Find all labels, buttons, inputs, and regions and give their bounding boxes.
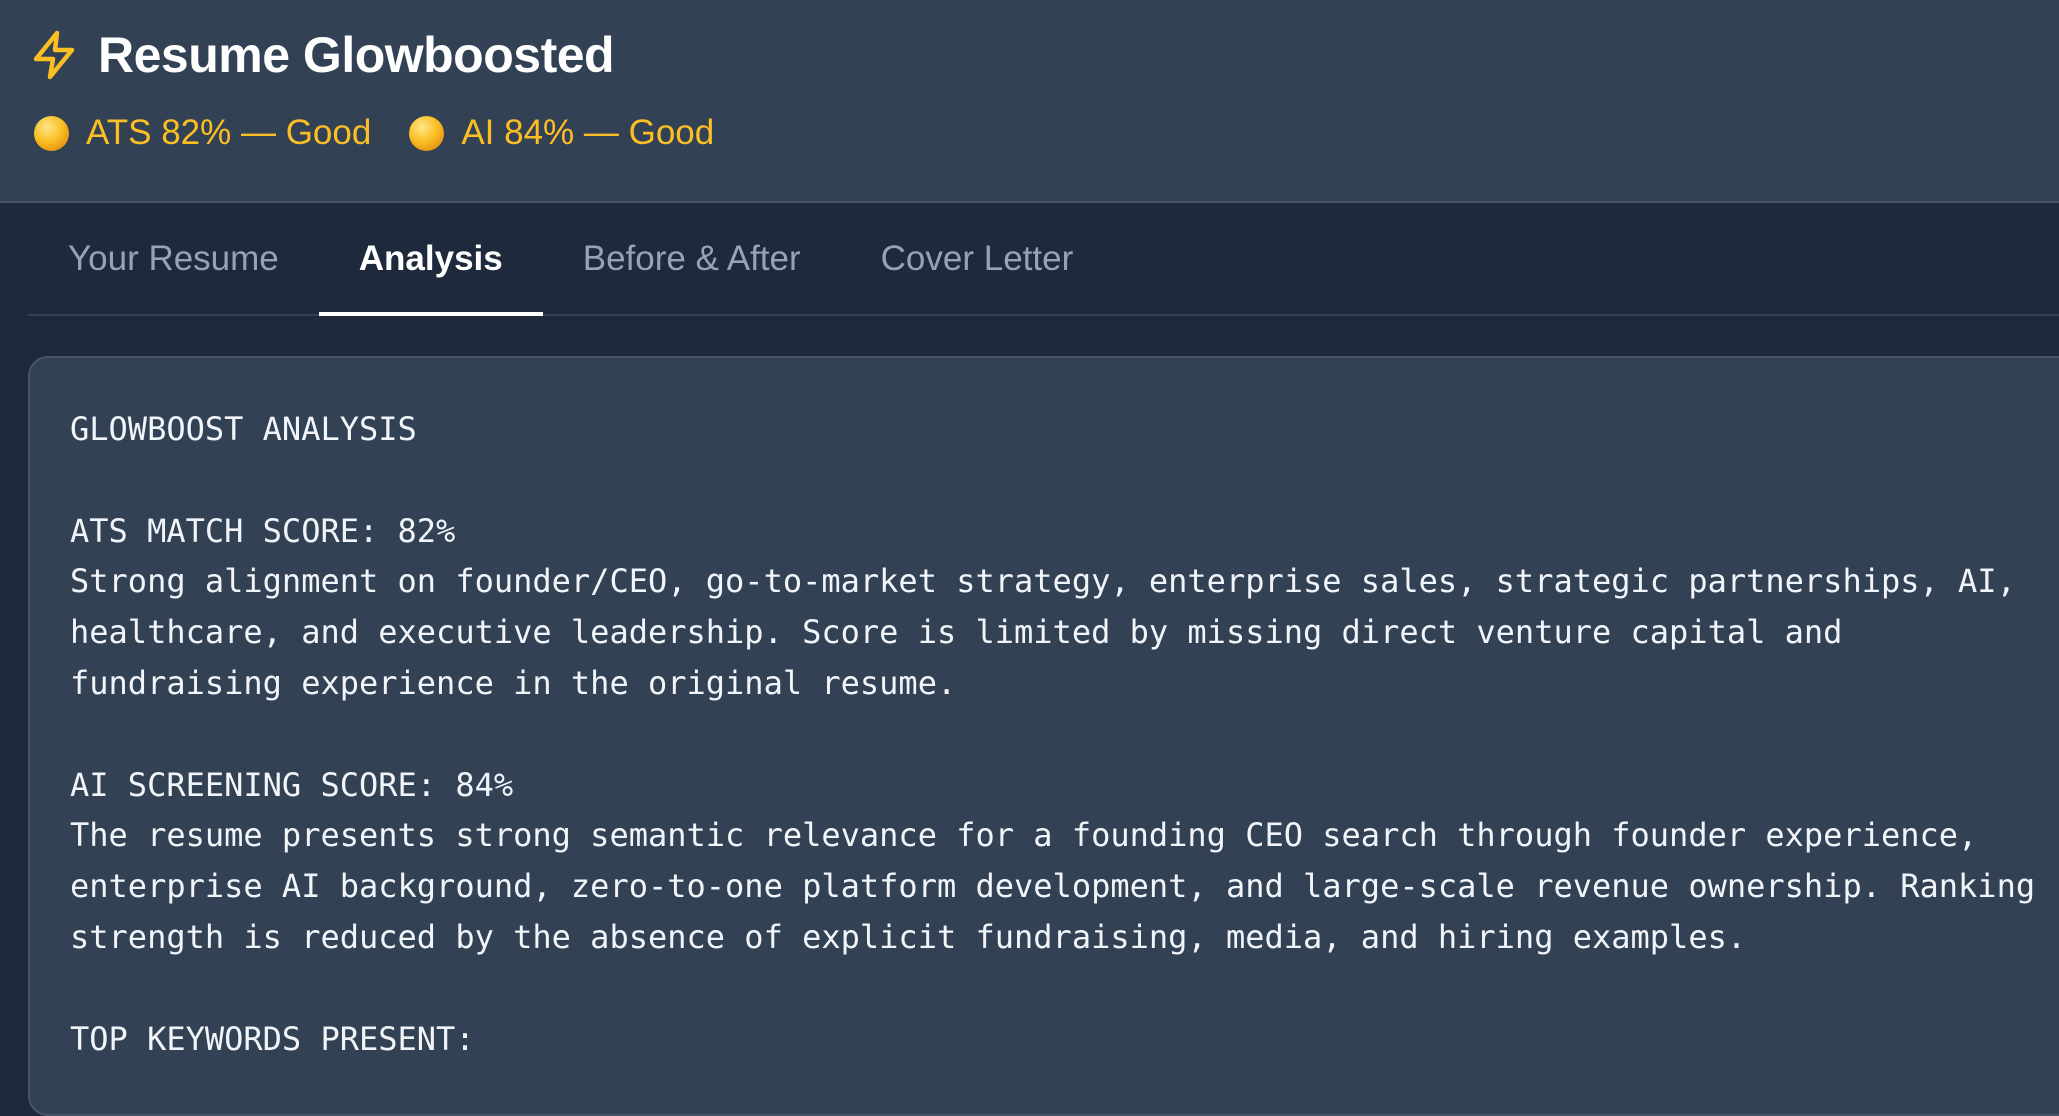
app-title: Resume Glowboosted	[98, 27, 615, 83]
ats-score-badge: ATS 82% — Good	[34, 110, 371, 156]
status-dot-icon	[409, 115, 445, 151]
ats-score-label: ATS 82% — Good	[86, 113, 372, 152]
tab-analysis[interactable]: Analysis	[318, 204, 543, 316]
ats-description-line: fundraising experience in the original r…	[70, 663, 957, 702]
tab-before-after[interactable]: Before & After	[543, 204, 841, 314]
ai-score-heading: AI SCREENING SCORE: 84%	[70, 765, 514, 804]
ai-description-line: The resume presents strong semantic rele…	[70, 816, 1978, 855]
analysis-heading: GLOWBOOST ANALYSIS	[70, 410, 417, 448]
ai-score-label: AI 84% — Good	[461, 113, 715, 152]
lightning-bolt-icon	[33, 30, 75, 80]
analysis-text: GLOWBOOST ANALYSIS ATS MATCH SCORE: 82% …	[70, 404, 2035, 1064]
status-dot-icon	[34, 115, 69, 151]
app-header: Resume Glowboosted ATS 82% — Good AI 84%…	[0, 0, 2059, 203]
ats-description-line: Strong alignment on founder/CEO, go-to-m…	[70, 562, 2016, 601]
tab-bar: Your Resume Analysis Before & After Cove…	[28, 204, 2059, 316]
tab-cover-letter[interactable]: Cover Letter	[841, 204, 1114, 314]
keywords-heading: TOP KEYWORDS PRESENT:	[70, 1019, 475, 1058]
ats-description-line: healthcare, and executive leadership. Sc…	[70, 613, 1843, 652]
analysis-panel[interactable]: GLOWBOOST ANALYSIS ATS MATCH SCORE: 82% …	[28, 356, 2059, 1116]
ai-description-line: strength is reduced by the absence of ex…	[70, 917, 1747, 956]
ats-score-heading: ATS MATCH SCORE: 82%	[70, 511, 456, 550]
ai-description-line: enterprise AI background, zero-to-one pl…	[70, 867, 2036, 906]
tab-your-resume[interactable]: Your Resume	[28, 204, 319, 314]
title-row: Resume Glowboosted	[30, 22, 615, 88]
ai-score-badge: AI 84% — Good	[409, 110, 714, 156]
score-badges: ATS 82% — Good AI 84% — Good	[34, 110, 752, 156]
